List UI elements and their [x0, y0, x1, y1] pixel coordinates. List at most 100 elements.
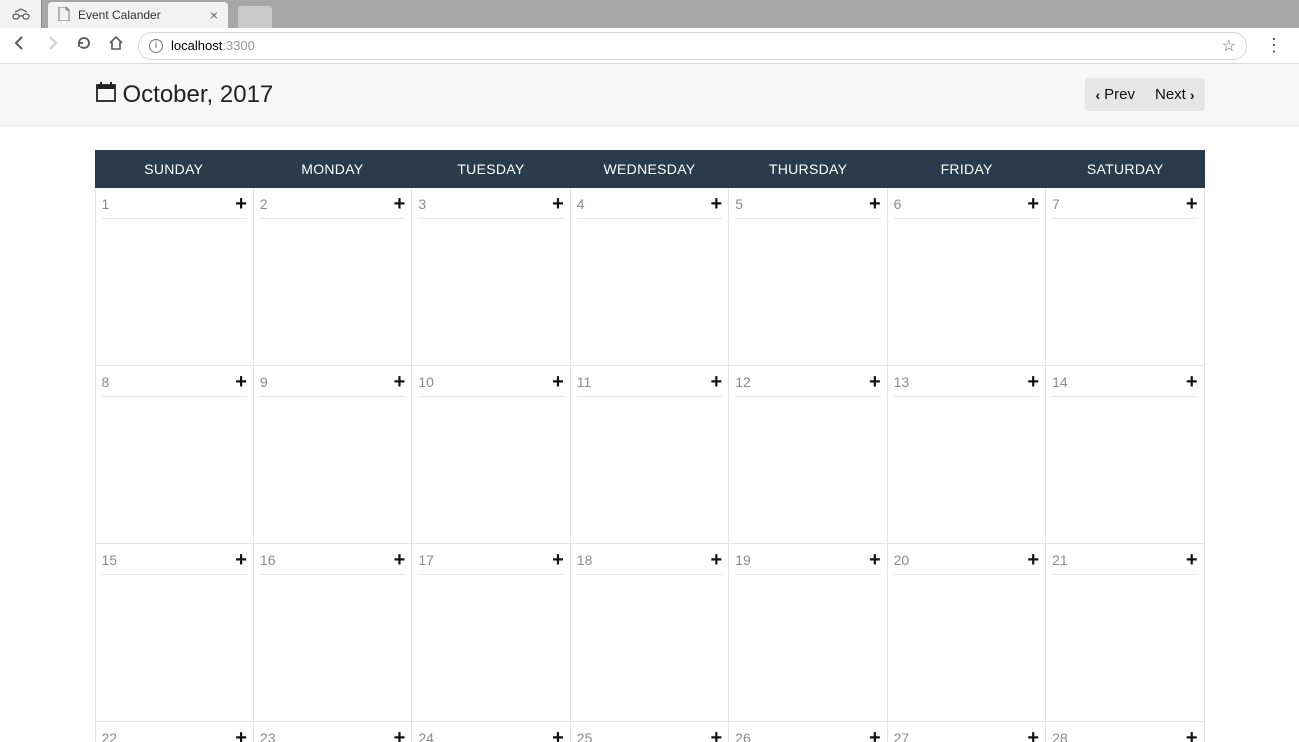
day-top: 4+: [577, 194, 722, 219]
add-event-button[interactable]: +: [552, 728, 564, 742]
next-button[interactable]: Next ›: [1145, 78, 1205, 111]
day-cell[interactable]: 13 +: [888, 366, 1046, 544]
add-event-button[interactable]: +: [394, 194, 406, 214]
add-event-button[interactable]: +: [394, 372, 406, 392]
day-cell[interactable]: 15 +: [96, 544, 254, 722]
day-header: WEDNESDAY: [570, 150, 729, 188]
close-icon[interactable]: ×: [210, 7, 218, 23]
day-cell[interactable]: 4+: [571, 188, 729, 366]
add-event-button[interactable]: +: [869, 194, 881, 214]
day-top: 27+: [894, 728, 1039, 742]
day-number: 3: [418, 196, 426, 212]
home-button[interactable]: [106, 35, 126, 56]
add-event-button[interactable]: +: [235, 728, 247, 742]
day-cell[interactable]: 6+: [888, 188, 1046, 366]
day-cell[interactable]: 19 +: [729, 544, 887, 722]
page-viewport[interactable]: October, 2017 ‹ Prev Next › SUNDAY MONDA…: [0, 64, 1299, 742]
day-top: 14 +: [1052, 372, 1197, 397]
menu-button[interactable]: ⋮: [1259, 35, 1289, 56]
day-cell[interactable]: 26+: [729, 722, 887, 742]
add-event-button[interactable]: +: [235, 550, 247, 570]
day-cell[interactable]: 9+: [254, 366, 412, 544]
add-event-button[interactable]: +: [711, 194, 723, 214]
back-button[interactable]: [10, 35, 30, 56]
day-cell[interactable]: 3+: [412, 188, 570, 366]
day-cell[interactable]: 23+: [254, 722, 412, 742]
add-event-button[interactable]: +: [1186, 550, 1198, 570]
day-number: 25: [577, 730, 593, 742]
day-header: THURSDAY: [729, 150, 888, 188]
address-bar[interactable]: i localhost:3300 ☆: [138, 32, 1247, 60]
day-top: 22 +: [102, 728, 247, 742]
add-event-button[interactable]: +: [394, 728, 406, 742]
day-cell[interactable]: 7+: [1046, 188, 1204, 366]
day-cell[interactable]: 28+: [1046, 722, 1204, 742]
day-header: TUESDAY: [412, 150, 571, 188]
day-header: SUNDAY: [95, 150, 254, 188]
day-header: MONDAY: [253, 150, 412, 188]
day-top: 10+: [418, 372, 563, 397]
day-cell[interactable]: 17 +: [412, 544, 570, 722]
add-event-button[interactable]: +: [552, 194, 564, 214]
day-top: 3+: [418, 194, 563, 219]
bookmark-icon[interactable]: ☆: [1222, 36, 1236, 56]
site-info-icon[interactable]: i: [149, 39, 163, 53]
add-event-button[interactable]: +: [711, 728, 723, 742]
add-event-button[interactable]: +: [235, 372, 247, 392]
add-event-button[interactable]: +: [1027, 550, 1039, 570]
day-top: 12+: [735, 372, 880, 397]
day-cell[interactable]: 10+: [412, 366, 570, 544]
day-cell[interactable]: 1+: [96, 188, 254, 366]
day-number: 22: [102, 730, 118, 742]
day-number: 13: [894, 374, 910, 390]
day-cell[interactable]: 11+: [571, 366, 729, 544]
day-top: 8+: [102, 372, 247, 397]
calendar-header-row: SUNDAY MONDAY TUESDAY WEDNESDAY THURSDAY…: [95, 150, 1205, 188]
add-event-button[interactable]: +: [235, 194, 247, 214]
day-cell[interactable]: 14 +: [1046, 366, 1204, 544]
day-number: 14: [1052, 374, 1068, 390]
day-top: 20+: [894, 550, 1039, 575]
day-cell[interactable]: 2+: [254, 188, 412, 366]
day-cell[interactable]: 22 +: [96, 722, 254, 742]
browser-tab[interactable]: Event Calander ×: [48, 2, 228, 28]
add-event-button[interactable]: +: [1186, 194, 1198, 214]
add-event-button[interactable]: +: [394, 550, 406, 570]
day-number: 1: [102, 196, 110, 212]
add-event-button[interactable]: +: [552, 372, 564, 392]
day-number: 15: [102, 552, 118, 568]
add-event-button[interactable]: +: [711, 372, 723, 392]
add-event-button[interactable]: +: [869, 372, 881, 392]
day-header: SATURDAY: [1046, 150, 1205, 188]
day-cell[interactable]: 18+: [571, 544, 729, 722]
day-top: 5+: [735, 194, 880, 219]
add-event-button[interactable]: +: [1186, 372, 1198, 392]
prev-label: Prev: [1104, 86, 1135, 103]
add-event-button[interactable]: +: [869, 728, 881, 742]
add-event-button[interactable]: +: [552, 550, 564, 570]
add-event-button[interactable]: +: [869, 550, 881, 570]
add-event-button[interactable]: +: [1186, 728, 1198, 742]
day-cell[interactable]: 8+: [96, 366, 254, 544]
day-cell[interactable]: 25 +: [571, 722, 729, 742]
day-number: 19: [735, 552, 751, 568]
new-tab-button[interactable]: [238, 6, 272, 28]
reload-button[interactable]: [74, 35, 94, 56]
add-event-button[interactable]: +: [1027, 372, 1039, 392]
day-number: 17: [418, 552, 434, 568]
day-cell[interactable]: 20+: [888, 544, 1046, 722]
day-cell[interactable]: 5+: [729, 188, 887, 366]
add-event-button[interactable]: +: [1027, 728, 1039, 742]
day-number: 6: [894, 196, 902, 212]
forward-button[interactable]: [42, 35, 62, 56]
add-event-button[interactable]: +: [1027, 194, 1039, 214]
day-cell[interactable]: 16+: [254, 544, 412, 722]
day-header: FRIDAY: [887, 150, 1046, 188]
day-cell[interactable]: 12+: [729, 366, 887, 544]
chevron-right-icon: ›: [1190, 87, 1195, 103]
day-cell[interactable]: 24+: [412, 722, 570, 742]
day-cell[interactable]: 27+: [888, 722, 1046, 742]
day-cell[interactable]: 21+: [1046, 544, 1204, 722]
prev-button[interactable]: ‹ Prev: [1085, 78, 1145, 111]
add-event-button[interactable]: +: [711, 550, 723, 570]
